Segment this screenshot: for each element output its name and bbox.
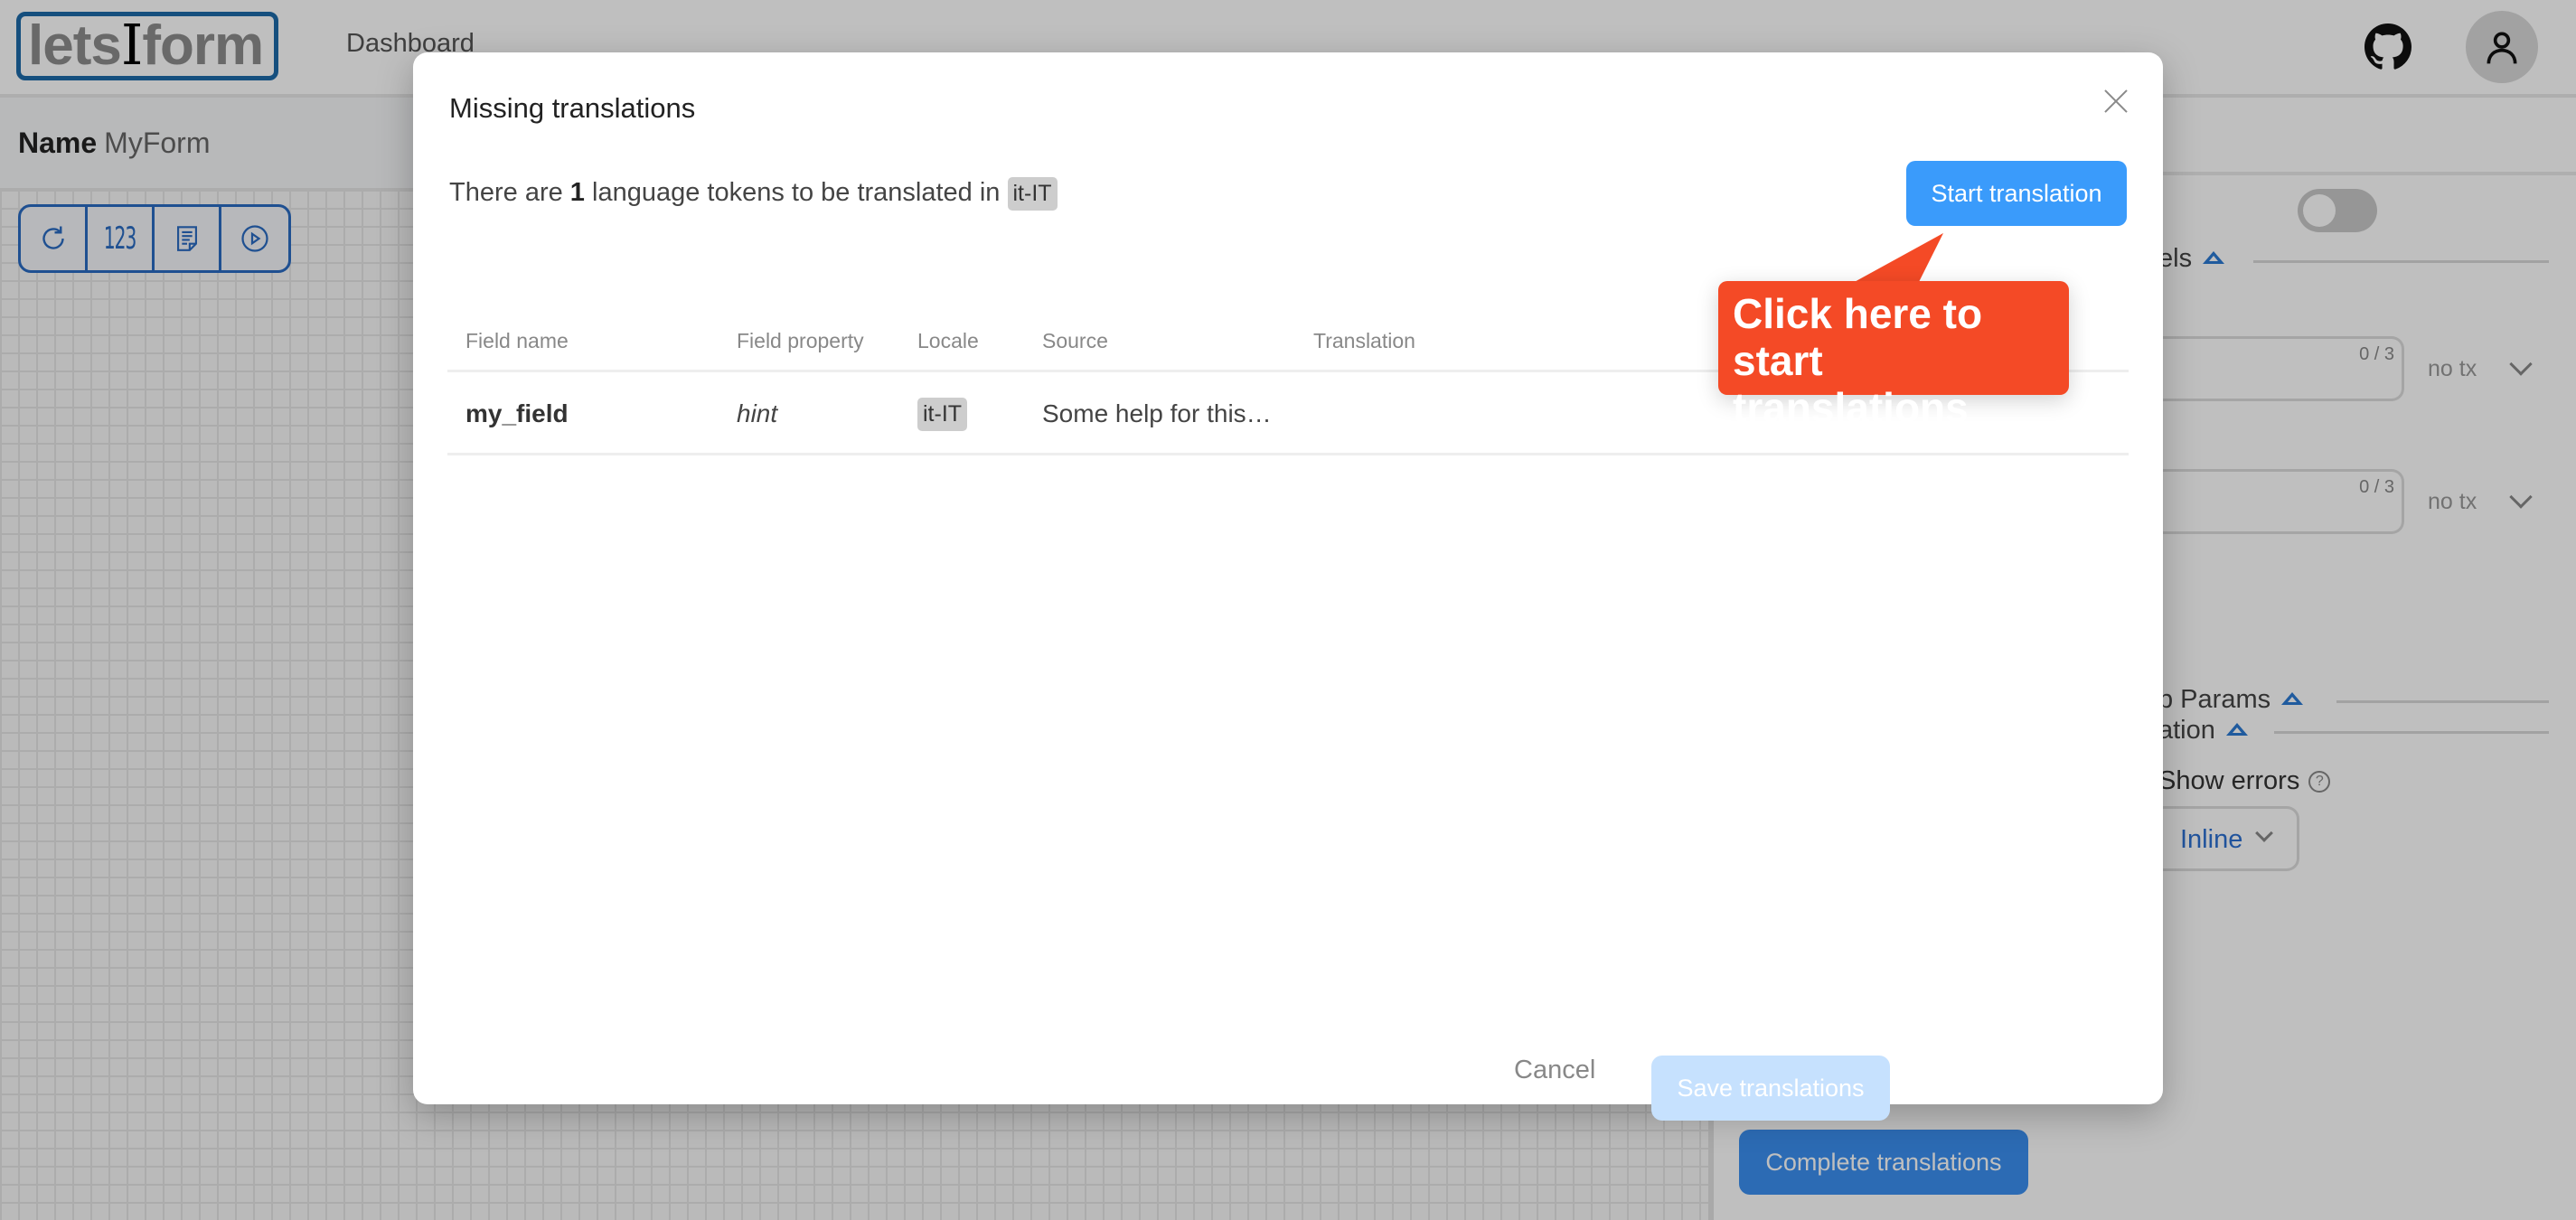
cell-locale: it-IT [917,398,968,431]
header-field-property: Field property [737,329,864,352]
header-source: Source [1042,329,1108,352]
token-count: 1 [569,178,585,208]
cell-field-property: hint [737,399,778,427]
header-translation: Translation [1313,329,1415,352]
save-translations-button[interactable]: Save translations [1651,1056,1890,1121]
cell-field-name: my_field [465,399,569,427]
cancel-button[interactable]: Cancel [1514,1056,1595,1085]
missing-translations-modal: Missing translations There are 1 languag… [413,52,2163,1121]
locale-tag: it-IT [1007,177,1058,211]
intro-prefix: There are [449,178,570,208]
intro-suffix: language tokens to be translated in [584,178,1008,208]
header-field-name: Field name [465,329,569,352]
start-translation-button[interactable]: Start translation [1906,161,2127,226]
modal-intro: There are 1 language tokens to be transl… [449,177,1058,211]
header-locale: Locale [917,329,979,352]
cell-source: Some help for this… [1042,399,1272,427]
tutorial-callout: Click here to start translations [1718,281,2069,431]
close-icon[interactable] [2103,89,2129,114]
modal-title: Missing translations [449,92,696,124]
